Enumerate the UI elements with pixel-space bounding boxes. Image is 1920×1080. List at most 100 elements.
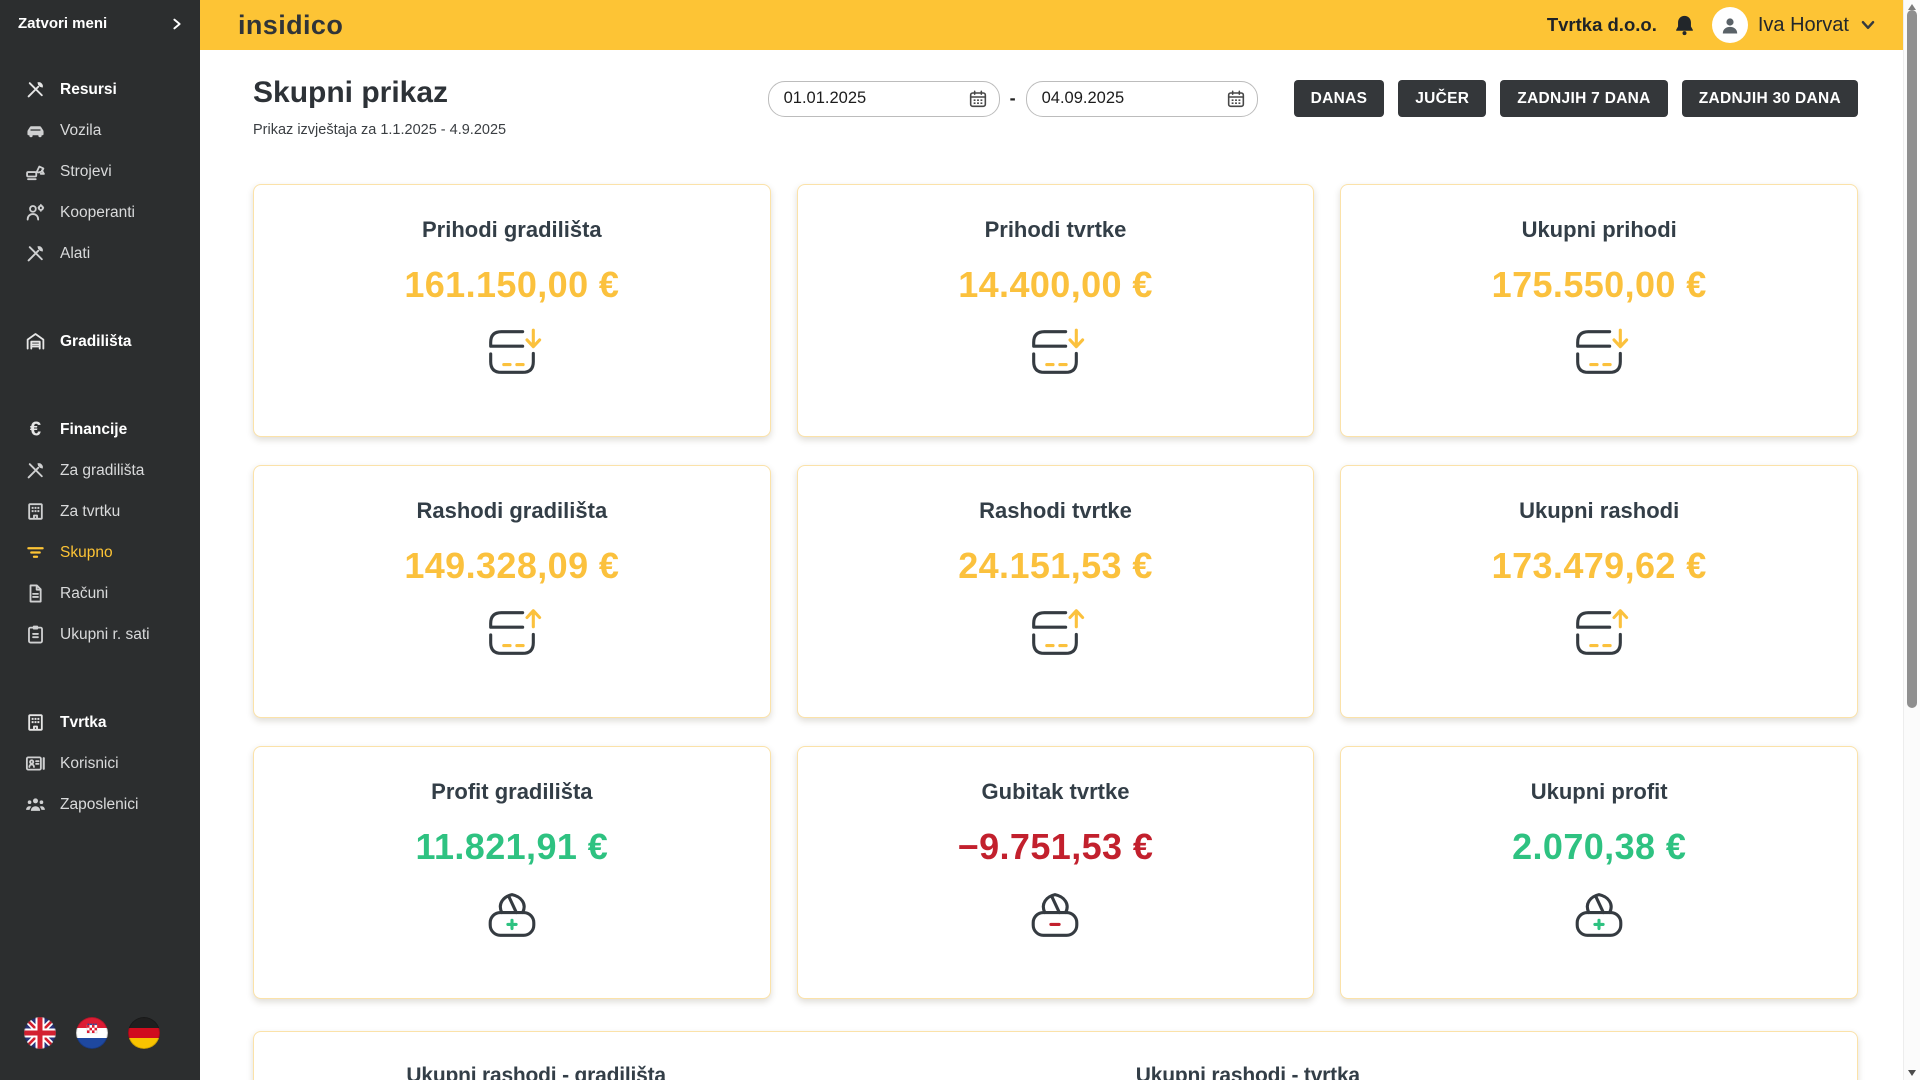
sidebar-item-skupno[interactable]: Skupno [0, 532, 200, 573]
clipboard-icon [24, 623, 47, 646]
summary-card-rashodi-tvrtke: Rashodi tvrtke 24.151,53 € [797, 465, 1315, 718]
scrollbar-thumb[interactable] [1907, 10, 1917, 708]
quick-range-jucer-button[interactable]: JUČER [1398, 80, 1486, 117]
quick-range-danas-button[interactable]: DANAS [1294, 80, 1385, 117]
tools-icon [24, 78, 47, 101]
card-value: 175.550,00 € [1492, 264, 1707, 306]
card-title: Rashodi gradilišta [416, 498, 607, 524]
page-scrollbar[interactable] [1903, 0, 1920, 1080]
card-arrow-down-icon [481, 321, 543, 383]
summary-cards-grid: Prihodi gradilišta 161.150,00 € Prihodi … [253, 184, 1858, 999]
summary-card-ukupni-prihodi: Ukupni prihodi 175.550,00 € [1340, 184, 1858, 437]
building-icon [24, 711, 47, 734]
card-value: 2.070,38 € [1512, 826, 1686, 868]
sidebar-item-label: Ukupni r. sati [60, 626, 150, 644]
sidebar-item-financije[interactable]: Financije [0, 409, 200, 450]
summary-card-prihodi-tvrtke: Prihodi tvrtke 14.400,00 € [797, 184, 1315, 437]
language-switcher [24, 1017, 160, 1049]
tools-icon [24, 459, 47, 482]
sidebar-item-label: Gradilišta [60, 333, 132, 351]
sidebar-collapse-button[interactable]: Zatvori meni [0, 0, 200, 32]
sidebar-item-gradilista[interactable]: Gradilišta [0, 321, 200, 362]
sidebar-item-ukupni-r-sati[interactable]: Ukupni r. sati [0, 614, 200, 655]
quick-range-buttons: DANAS JUČER ZADNJIH 7 DANA ZADNJIH 30 DA… [1294, 80, 1858, 117]
sidebar-item-korisnici[interactable]: Korisnici [0, 743, 200, 784]
language-flag-english[interactable] [24, 1017, 56, 1049]
app-header: insidico Tvrtka d.o.o. Iva Horvat [200, 0, 1903, 50]
main-content: Skupni prikaz Prikaz izvještaja za 1.1.2… [200, 50, 1903, 1080]
sidebar-item-label: Tvrtka [60, 714, 107, 732]
sidebar-item-label: Vozila [60, 122, 101, 140]
excavator-icon [24, 160, 47, 183]
page-title: Skupni prikaz [253, 76, 768, 110]
card-value: 173.479,62 € [1492, 545, 1707, 587]
sidebar-collapse-label: Zatvori meni [18, 15, 107, 32]
date-from-field [768, 81, 1000, 117]
id-card-icon [24, 752, 47, 775]
language-flag-croatian[interactable] [76, 1017, 108, 1049]
card-value: 14.400,00 € [958, 264, 1153, 306]
sidebar-item-label: Kooperanti [60, 204, 135, 222]
sidebar-item-racuni[interactable]: Računi [0, 573, 200, 614]
notifications-bell-icon[interactable] [1672, 13, 1697, 38]
bag-plus-icon [1568, 883, 1630, 945]
expenses-charts-card: Ukupni rashodi - gradilišta Ukupni rasho… [253, 1031, 1858, 1080]
quick-range-7-dana-button[interactable]: ZADNJIH 7 DANA [1500, 80, 1667, 117]
date-to-input[interactable] [1026, 81, 1258, 117]
avatar [1712, 7, 1748, 43]
page-subtitle: Prikaz izvještaja za 1.1.2025 - 4.9.2025 [253, 122, 768, 138]
sidebar-item-kooperanti[interactable]: Kooperanti [0, 192, 200, 233]
user-menu[interactable]: Iva Horvat [1712, 7, 1877, 43]
app-logo[interactable]: insidico [238, 10, 343, 41]
sidebar-item-label: Strojevi [60, 163, 112, 181]
quick-range-30-dana-button[interactable]: ZADNJIH 30 DANA [1682, 80, 1858, 117]
card-title: Prihodi tvrtke [985, 217, 1127, 243]
chart-title-rashodi-tvrtka: Ukupni rashodi - tvrtka [1136, 1064, 1360, 1080]
sidebar-item-label: Skupno [60, 544, 113, 562]
title-block: Skupni prikaz Prikaz izvještaja za 1.1.2… [253, 74, 768, 138]
card-arrow-down-icon [1568, 321, 1630, 383]
card-title: Ukupni profit [1531, 779, 1668, 805]
summary-card-ukupni-profit: Ukupni profit 2.070,38 € [1340, 746, 1858, 999]
tools-icon [24, 242, 47, 265]
date-range-separator: - [1010, 88, 1016, 109]
sidebar-item-strojevi[interactable]: Strojevi [0, 151, 200, 192]
sidebar-item-za-tvrtku[interactable]: Za tvrtku [0, 491, 200, 532]
date-controls: - DANAS JUČER ZADNJIH 7 DANA ZADNJIH 30 … [768, 80, 1858, 117]
card-value: 149.328,09 € [404, 545, 619, 587]
sidebar-item-label: Korisnici [60, 755, 119, 773]
sidebar-item-label: Alati [60, 245, 90, 263]
sidebar-item-za-gradilista[interactable]: Za gradilišta [0, 450, 200, 491]
card-value: −9.751,53 € [958, 826, 1154, 868]
sidebar: Zatvori meni Resursi Vozila Strojevi Koo… [0, 0, 200, 1080]
chevron-right-icon [170, 17, 184, 31]
card-title: Gubitak tvrtke [982, 779, 1130, 805]
summary-card-profit-gradilista: Profit gradilišta 11.821,91 € [253, 746, 771, 999]
summary-card-prihodi-gradilista: Prihodi gradilišta 161.150,00 € [253, 184, 771, 437]
language-flag-german[interactable] [128, 1017, 160, 1049]
summary-card-ukupni-rashodi: Ukupni rashodi 173.479,62 € [1340, 465, 1858, 718]
bag-plus-icon [481, 883, 543, 945]
sidebar-nav: Resursi Vozila Strojevi Kooperanti Alati… [0, 69, 200, 825]
card-title: Prihodi gradilišta [422, 217, 602, 243]
top-row: Skupni prikaz Prikaz izvještaja za 1.1.2… [253, 74, 1858, 138]
card-title: Profit gradilišta [431, 779, 592, 805]
summary-card-gubitak-tvrtke: Gubitak tvrtke −9.751,53 € [797, 746, 1315, 999]
card-title: Rashodi tvrtke [979, 498, 1132, 524]
sidebar-item-alati[interactable]: Alati [0, 233, 200, 274]
sidebar-item-zaposlenici[interactable]: Zaposlenici [0, 784, 200, 825]
user-name: Iva Horvat [1758, 14, 1849, 37]
sidebar-item-label: Financije [60, 421, 127, 439]
people-icon [24, 793, 47, 816]
sidebar-item-tvrtka[interactable]: Tvrtka [0, 702, 200, 743]
euro-icon [24, 418, 47, 441]
car-icon [24, 119, 47, 142]
sidebar-item-resursi[interactable]: Resursi [0, 69, 200, 110]
date-from-input[interactable] [768, 81, 1000, 117]
scrollbar-down-arrow[interactable] [1908, 1070, 1916, 1076]
card-title: Ukupni rashodi [1519, 498, 1679, 524]
sidebar-item-vozila[interactable]: Vozila [0, 110, 200, 151]
summary-card-rashodi-gradilista: Rashodi gradilišta 149.328,09 € [253, 465, 771, 718]
company-name: Tvrtka d.o.o. [1547, 14, 1657, 36]
filter-icon [24, 541, 47, 564]
